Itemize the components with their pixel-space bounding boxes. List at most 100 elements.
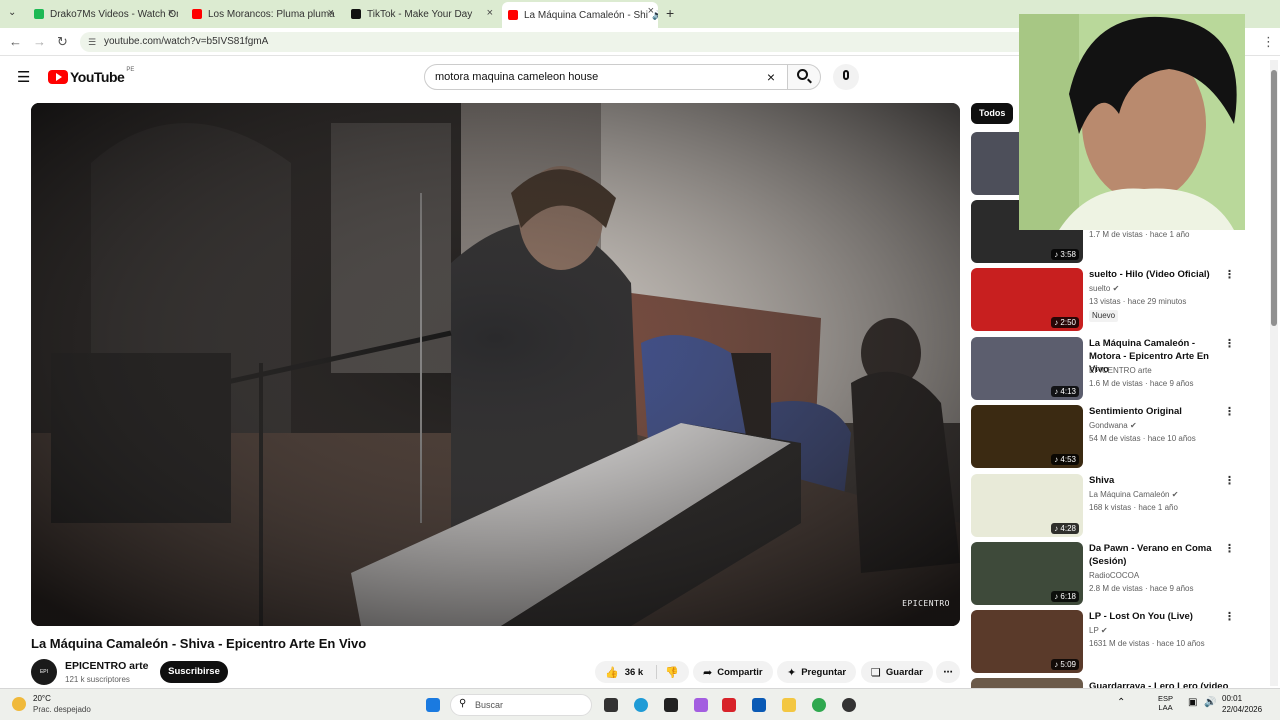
video-duration: ♪ 4:13	[1051, 386, 1079, 397]
verified-icon: ✔	[1112, 284, 1120, 293]
tab-list-chevron-icon[interactable]: ⌄	[8, 7, 16, 18]
clear-search-icon[interactable]: ×	[767, 65, 775, 89]
close-tab-icon[interactable]: ×	[168, 7, 174, 19]
more-options-icon[interactable]: ⋮	[1224, 474, 1235, 487]
thumbs-up-icon: 👍	[605, 666, 619, 679]
close-tab-icon[interactable]: ×	[487, 7, 493, 19]
recommendation-item[interactable]: ♪ 2:50 suelto - Hilo (Video Oficial) sue…	[971, 268, 1241, 332]
video-title[interactable]: Da Pawn - Verano en Coma (Sesión)	[1089, 542, 1229, 568]
recommendation-item[interactable]: ♪ 4:13 La Máquina Camaleón - Motora - Ep…	[971, 337, 1241, 401]
forward-icon[interactable]: →	[33, 34, 46, 49]
more-options-icon[interactable]: ⋮	[1224, 337, 1235, 350]
more-options-icon[interactable]: ⋮	[1224, 405, 1235, 418]
copilot-icon[interactable]	[694, 698, 708, 712]
ask-button[interactable]: ✦ Preguntar	[777, 661, 857, 683]
dislike-button[interactable]: 👎	[657, 666, 679, 679]
channel-avatar[interactable]: EPI	[31, 659, 57, 685]
recommendation-item[interactable]: Guardarraya - Lero Lero (video	[971, 678, 1241, 688]
save-button[interactable]: ❏ Guardar	[861, 661, 933, 683]
more-options-icon[interactable]: ⋮	[1224, 610, 1235, 623]
video-thumbnail[interactable]: ♪ 4:53	[971, 405, 1083, 468]
hamburger-menu-icon[interactable]: ☰	[17, 68, 30, 86]
more-options-icon[interactable]: ⋮	[1224, 542, 1235, 555]
back-icon[interactable]: ←	[9, 34, 22, 49]
recording-app-icon[interactable]	[842, 698, 856, 712]
video-title[interactable]: Shiva	[1089, 474, 1229, 487]
chrome-icon[interactable]	[812, 698, 826, 712]
video-watermark: EPICENTRO	[902, 599, 950, 608]
outlook-icon[interactable]	[752, 698, 766, 712]
tab-label: Drako7Ms Videos - Watch On-D	[50, 8, 178, 20]
video-title[interactable]: Guardarraya - Lero Lero (video	[1089, 680, 1229, 688]
search-icon-handle	[807, 78, 812, 84]
scrollbar-thumb[interactable]	[1271, 70, 1277, 326]
video-thumbnail[interactable]: ♪ 4:28	[971, 474, 1083, 537]
youtube-header: ☰ YouTube PE motora maquina cameleon hou…	[0, 57, 1020, 97]
browser-tab-3[interactable]: TikTok - Make Your Day ×	[345, 4, 497, 24]
search-input[interactable]: motora maquina cameleon house ×	[424, 64, 788, 90]
like-button[interactable]: 👍 36 k	[595, 665, 657, 679]
subscribe-button[interactable]: Suscribirse	[160, 661, 228, 683]
keyboard-layout[interactable]: ESP LAA	[1158, 694, 1173, 712]
volume-icon[interactable]: 🔊	[1204, 697, 1216, 708]
widgets-icon[interactable]	[664, 698, 678, 712]
close-tab-icon[interactable]: ×	[648, 5, 654, 17]
region-code: PE	[126, 67, 135, 73]
video-thumbnail[interactable]: ♪ 2:50	[971, 268, 1083, 331]
more-actions-button[interactable]: ⋯	[936, 661, 960, 683]
browser-tab-4-active[interactable]: La Máquina Camaleón - Shi 🔊 ×	[502, 2, 658, 28]
start-menu-icon[interactable]	[426, 698, 440, 712]
page-scrollbar[interactable]	[1270, 60, 1278, 686]
video-thumbnail[interactable]: ♪ 4:13	[971, 337, 1083, 400]
new-tab-button[interactable]: +	[666, 5, 674, 21]
search-icon	[797, 69, 808, 80]
channel-avatar-logo-icon: EPI	[39, 669, 49, 675]
channel-name[interactable]: EPICENTRO arte	[65, 660, 148, 672]
browser-tab-2[interactable]: Los Morancos: Pluma pluma Ge ×	[186, 4, 338, 24]
browser-tab-1[interactable]: Drako7Ms Videos - Watch On-D ×	[28, 4, 178, 24]
video-player[interactable]: EPICENTRO	[31, 103, 960, 626]
network-icon[interactable]: ▣	[1188, 697, 1197, 708]
clock-time[interactable]: 00:01	[1222, 694, 1242, 703]
acrobat-icon[interactable]	[722, 698, 736, 712]
video-thumbnail[interactable]: ♪ 6:18	[971, 542, 1083, 605]
search-button[interactable]	[787, 64, 821, 90]
share-label: Compartir	[717, 666, 763, 678]
channel-name: Gondwana ✔	[1089, 421, 1137, 430]
video-thumbnail[interactable]: ♪ 5:09	[971, 610, 1083, 673]
reload-icon[interactable]: ↻	[57, 34, 68, 50]
share-button[interactable]: ➦ Compartir	[693, 661, 773, 683]
tab-favicon-icon	[351, 9, 361, 19]
site-info-icon[interactable]: ☰	[88, 32, 96, 52]
clock-date[interactable]: 22/04/2026	[1222, 705, 1262, 714]
video-duration: ♪ 2:50	[1051, 317, 1079, 328]
sparkle-icon: ✦	[787, 666, 797, 679]
video-thumbnail[interactable]	[971, 678, 1083, 688]
recommendation-item[interactable]: ♪ 4:53 Sentimiento Original Gondwana ✔ 5…	[971, 405, 1241, 469]
weather-desc: Prac. despejado	[33, 705, 91, 714]
url-bar[interactable]: ☰ youtube.com/watch?v=b5IVS81fgmA	[80, 32, 1040, 52]
voice-search-button[interactable]	[833, 64, 859, 90]
chip-all[interactable]: Todos	[971, 103, 1014, 124]
recommendation-item[interactable]: ♪ 5:09 LP - Lost On You (Live) LP ✔ 1631…	[971, 610, 1241, 674]
more-options-icon[interactable]: ⋮	[1224, 268, 1235, 281]
weather-icon[interactable]	[12, 697, 26, 711]
shorts-icon: ♪	[1054, 660, 1059, 669]
browser-menu-icon[interactable]: ⋮	[1262, 34, 1275, 50]
thumbs-down-icon: 👎	[665, 666, 679, 679]
video-title[interactable]: Sentimiento Original	[1089, 405, 1229, 418]
video-title[interactable]: suelto - Hilo (Video Oficial)	[1089, 268, 1229, 281]
file-explorer-icon[interactable]	[782, 698, 796, 712]
youtube-logo-text: YouTube	[70, 69, 125, 85]
task-view-icon[interactable]	[604, 698, 618, 712]
subscriber-count: 121 k suscriptores	[65, 675, 130, 684]
taskbar-search[interactable]: ⚲ Buscar	[450, 694, 592, 716]
recommendation-item[interactable]: ♪ 4:28 Shiva La Máquina Camaleón ✔ 168 k…	[971, 474, 1241, 538]
youtube-logo[interactable]: YouTube PE	[48, 67, 135, 85]
tray-chevron-icon[interactable]: ⌃	[1117, 697, 1125, 708]
recommendation-item[interactable]: ♪ 6:18 Da Pawn - Verano en Coma (Sesión)…	[971, 542, 1241, 606]
shorts-icon: ♪	[1054, 592, 1059, 601]
edge-icon[interactable]	[634, 698, 648, 712]
close-tab-icon[interactable]: ×	[328, 7, 334, 19]
video-title[interactable]: LP - Lost On You (Live)	[1089, 610, 1229, 623]
